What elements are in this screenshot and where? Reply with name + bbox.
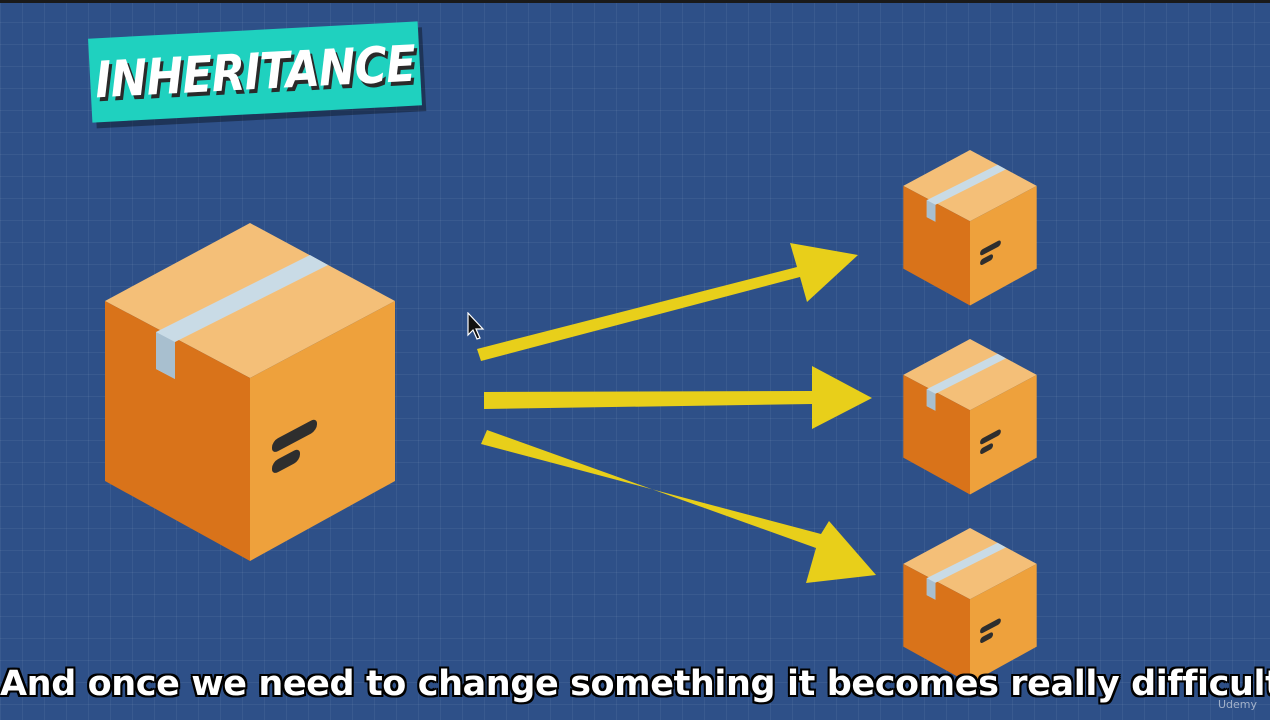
- parent-box-icon: [105, 223, 395, 561]
- child-box-icon-3: [903, 528, 1037, 684]
- child-box-icon-2: [903, 339, 1037, 495]
- child-box-icon-1: [903, 150, 1037, 306]
- udemy-watermark: Udemy: [1218, 698, 1258, 711]
- arrow-right-icon-top: [477, 243, 858, 361]
- subtitle-caption: And once we need to change something it …: [0, 664, 1270, 704]
- mouse-pointer-icon: [467, 312, 485, 340]
- arrow-right-icon-bottom: [481, 430, 876, 583]
- arrow-right-icon-middle: [484, 366, 872, 429]
- video-frame: INHERITANCE And once we need to change s…: [0, 0, 1270, 720]
- inheritance-diagram: [105, 150, 1037, 684]
